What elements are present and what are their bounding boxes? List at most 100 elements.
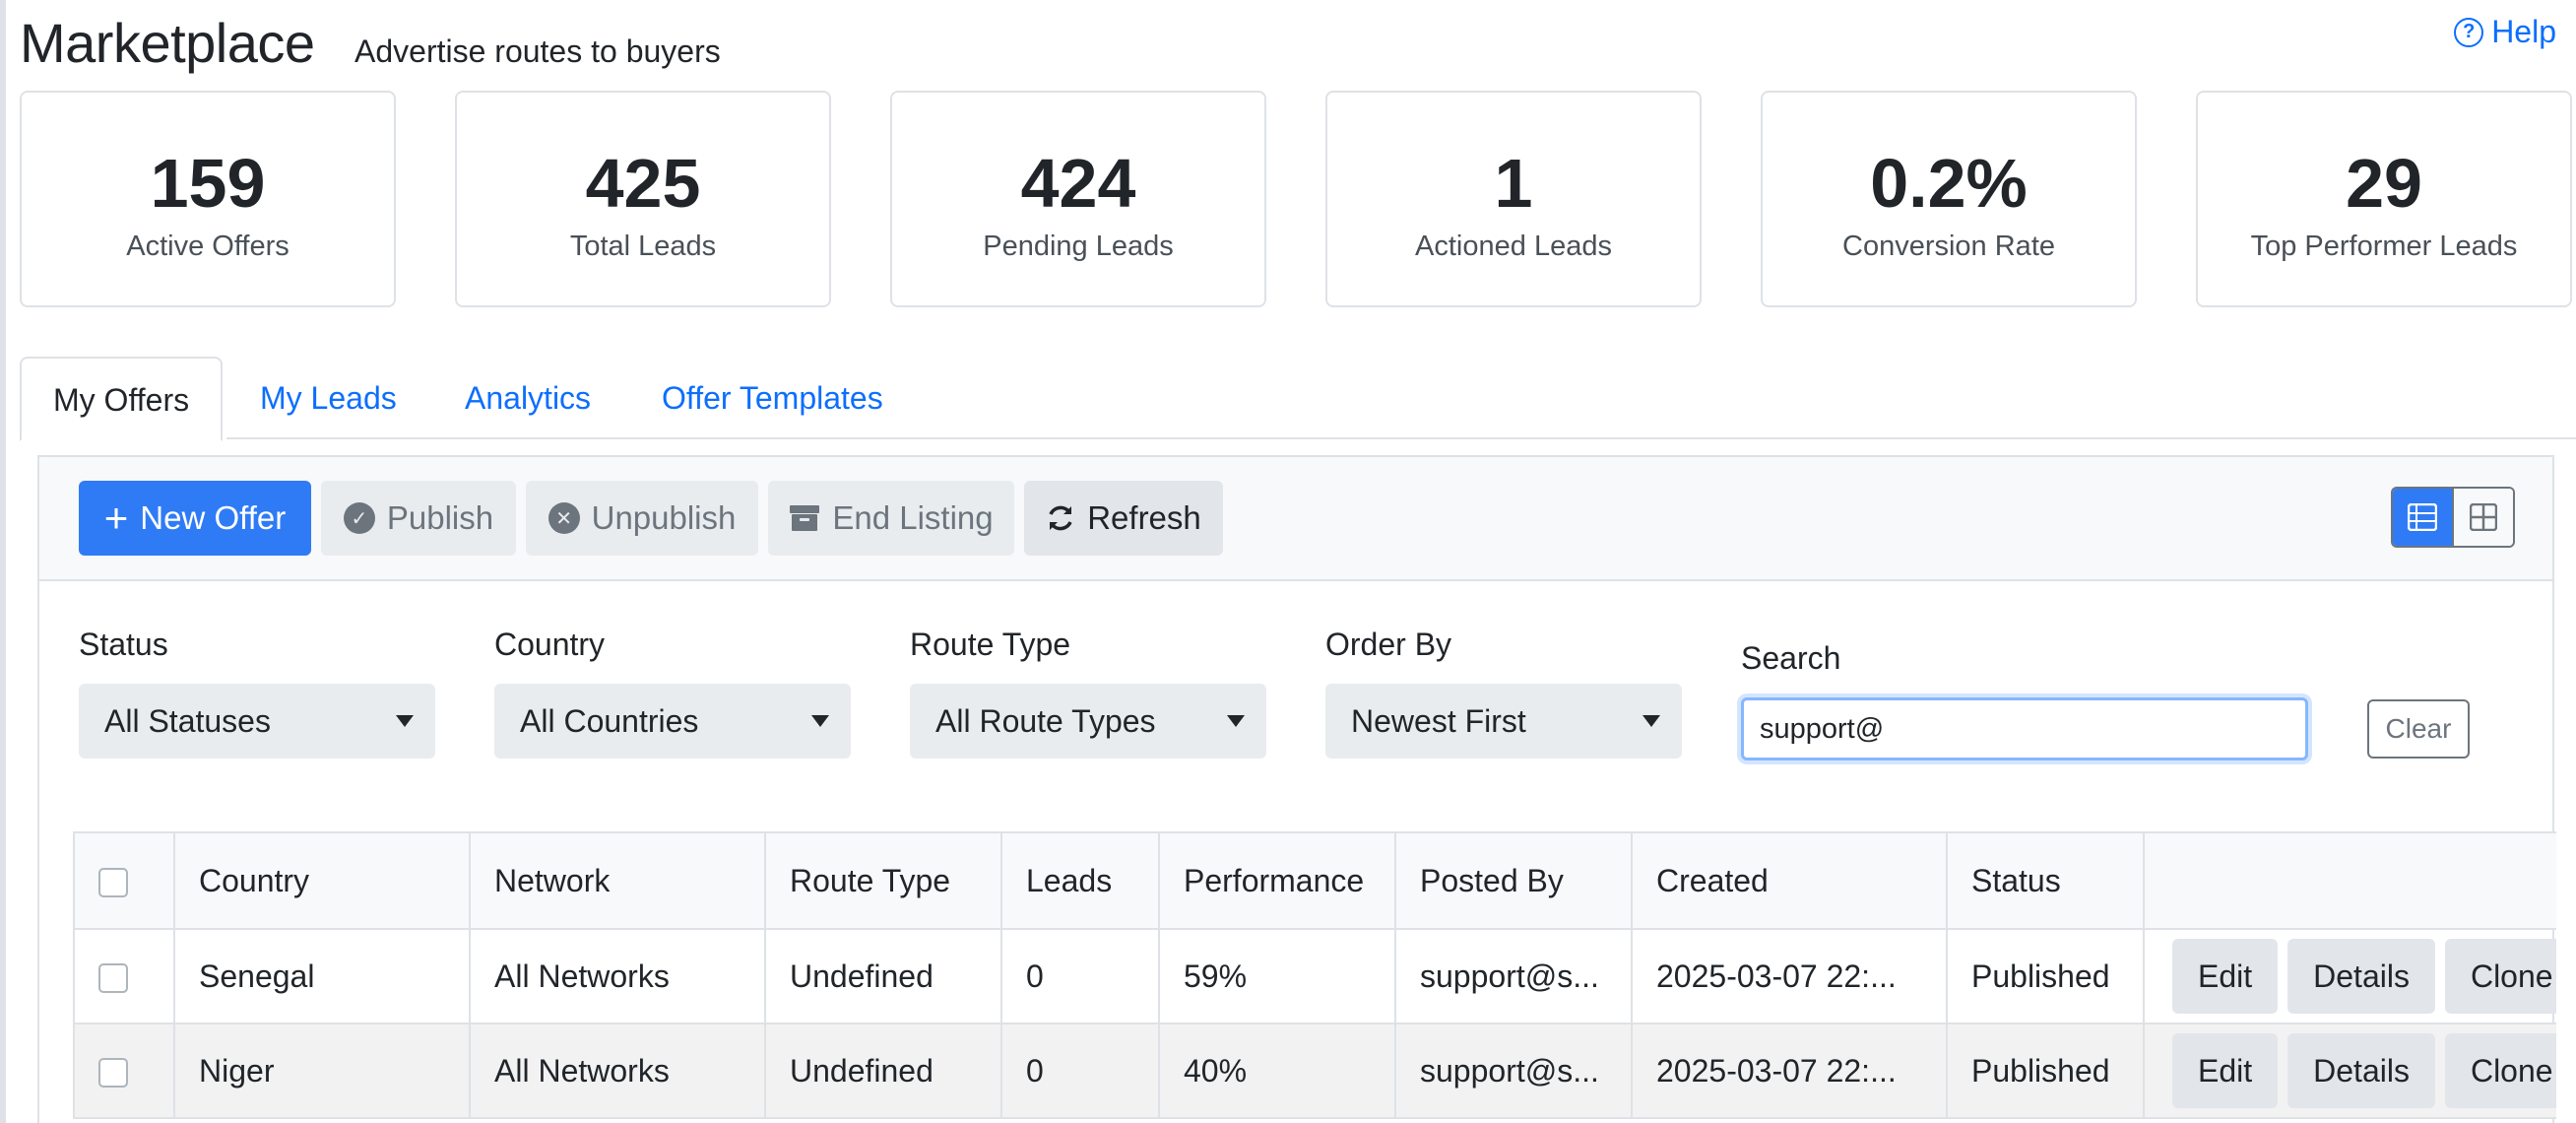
stat-value: 29 xyxy=(2346,145,2422,222)
select-all-checkbox[interactable] xyxy=(98,868,128,898)
cell-country: Senegal xyxy=(173,928,471,1024)
cell-status: Published xyxy=(1946,1023,2145,1119)
cell-network: All Networks xyxy=(469,1023,766,1119)
column-header-posted-by[interactable]: Posted By xyxy=(1394,831,1633,930)
select-all-cell xyxy=(73,831,175,930)
stat-label: Conversion Rate xyxy=(1842,231,2055,262)
stat-value: 0.2% xyxy=(1870,145,2028,222)
clone-button[interactable]: Clone xyxy=(2444,1033,2556,1108)
tab-bar: My Offers My Leads Analytics Offer Templ… xyxy=(20,357,2576,441)
plus-icon: + xyxy=(103,495,129,541)
row-select-cell xyxy=(73,928,175,1024)
caret-down-icon xyxy=(811,715,829,727)
column-header-route-type[interactable]: Route Type xyxy=(764,831,1002,930)
cell-posted-by: support@s... xyxy=(1394,1023,1633,1119)
cell-network: All Networks xyxy=(469,928,766,1024)
tab-my-leads[interactable]: My Leads xyxy=(260,357,397,439)
page-title: Marketplace xyxy=(20,12,315,74)
page-subtitle: Advertise routes to buyers xyxy=(354,33,721,69)
grid-view-button[interactable] xyxy=(2452,489,2513,546)
table-row: Senegal All Networks Undefined 0 59% sup… xyxy=(73,928,2556,1024)
publish-label: Publish xyxy=(386,499,494,536)
unpublish-label: Unpublish xyxy=(591,499,737,536)
new-offer-button[interactable]: + New Offer xyxy=(79,481,311,556)
stat-value: 424 xyxy=(1020,145,1136,222)
end-listing-button[interactable]: End Listing xyxy=(768,481,1014,556)
cell-created: 2025-03-07 22:... xyxy=(1631,928,1948,1024)
country-select[interactable]: All Countries xyxy=(494,684,851,759)
stat-value: 159 xyxy=(150,145,266,222)
status-filter-label: Status xyxy=(79,627,168,662)
clear-button[interactable]: Clear xyxy=(2367,699,2470,759)
help-link[interactable]: ? Help xyxy=(2454,14,2556,50)
check-circle-icon: ✓ xyxy=(343,502,375,534)
tab-offer-templates[interactable]: Offer Templates xyxy=(662,357,883,439)
cell-route-type: Undefined xyxy=(764,928,1002,1024)
stat-card-pending-leads: 424 Pending Leads xyxy=(890,91,1266,307)
row-checkbox[interactable] xyxy=(98,963,128,994)
column-header-network[interactable]: Network xyxy=(469,831,766,930)
route-type-select[interactable]: All Route Types xyxy=(910,684,1266,759)
end-listing-label: End Listing xyxy=(832,499,994,536)
new-offer-label: New Offer xyxy=(140,499,287,536)
offers-table: Country Network Route Type Leads Perform… xyxy=(73,831,2556,1119)
archive-icon xyxy=(790,505,820,531)
publish-button[interactable]: ✓ Publish xyxy=(321,481,516,556)
stat-card-conversion-rate: 0.2% Conversion Rate xyxy=(1761,91,2137,307)
edit-button[interactable]: Edit xyxy=(2172,1033,2279,1108)
column-header-status[interactable]: Status xyxy=(1946,831,2145,930)
list-view-icon xyxy=(2408,503,2437,531)
cell-route-type: Undefined xyxy=(764,1023,1002,1119)
view-toggle xyxy=(2391,487,2515,548)
refresh-button[interactable]: Refresh xyxy=(1024,481,1223,556)
clone-button[interactable]: Clone xyxy=(2444,939,2556,1014)
left-edge xyxy=(0,0,6,1123)
cell-actions: Edit Details Clone xyxy=(2143,1023,2556,1119)
stat-value: 425 xyxy=(585,145,701,222)
details-button[interactable]: Details xyxy=(2287,1033,2435,1108)
cell-performance: 40% xyxy=(1158,1023,1396,1119)
tab-my-offers[interactable]: My Offers xyxy=(20,357,224,441)
column-header-created[interactable]: Created xyxy=(1631,831,1948,930)
cell-created: 2025-03-07 22:... xyxy=(1631,1023,1948,1119)
status-select[interactable]: All Statuses xyxy=(79,684,435,759)
table-header-row: Country Network Route Type Leads Perform… xyxy=(73,831,2556,930)
tab-analytics[interactable]: Analytics xyxy=(465,357,591,439)
stat-card-actioned-leads: 1 Actioned Leads xyxy=(1325,91,1702,307)
list-view-button[interactable] xyxy=(2393,489,2452,546)
column-header-performance[interactable]: Performance xyxy=(1158,831,1396,930)
stat-label: Top Performer Leads xyxy=(2250,231,2518,262)
cell-performance: 59% xyxy=(1158,928,1396,1024)
details-button[interactable]: Details xyxy=(2287,939,2435,1014)
stat-card-total-leads: 425 Total Leads xyxy=(455,91,831,307)
search-input[interactable] xyxy=(1741,697,2308,760)
refresh-icon xyxy=(1049,505,1072,531)
stat-label: Total Leads xyxy=(569,231,717,262)
status-select-value: All Statuses xyxy=(104,702,271,739)
cell-leads: 0 xyxy=(1000,1023,1160,1119)
stat-value: 1 xyxy=(1494,145,1533,222)
unpublish-button[interactable]: ✕ Unpublish xyxy=(526,481,758,556)
x-circle-icon: ✕ xyxy=(547,502,580,534)
cell-actions: Edit Details Clone xyxy=(2143,928,2556,1024)
search-label: Search xyxy=(1741,640,1841,676)
cell-leads: 0 xyxy=(1000,928,1160,1024)
edit-button[interactable]: Edit xyxy=(2172,939,2279,1014)
column-header-country[interactable]: Country xyxy=(173,831,471,930)
order-by-select-value: Newest First xyxy=(1351,702,1526,739)
stat-label: Active Offers xyxy=(126,231,290,262)
cell-country: Niger xyxy=(173,1023,471,1119)
caret-down-icon xyxy=(396,715,414,727)
row-checkbox[interactable] xyxy=(98,1058,128,1089)
caret-down-icon xyxy=(1227,715,1245,727)
order-by-select[interactable]: Newest First xyxy=(1325,684,1682,759)
marketplace-page: Marketplace Advertise routes to buyers ?… xyxy=(0,0,2576,1123)
offers-panel: + New Offer ✓ Publish ✕ Unpublish End Li… xyxy=(37,455,2556,1123)
question-circle-icon: ? xyxy=(2454,17,2484,47)
country-select-value: All Countries xyxy=(520,702,699,739)
order-by-filter-label: Order By xyxy=(1325,627,1452,662)
column-header-leads[interactable]: Leads xyxy=(1000,831,1160,930)
row-select-cell xyxy=(73,1023,175,1119)
cell-posted-by: support@s... xyxy=(1394,928,1633,1024)
stat-label: Pending Leads xyxy=(983,231,1174,262)
